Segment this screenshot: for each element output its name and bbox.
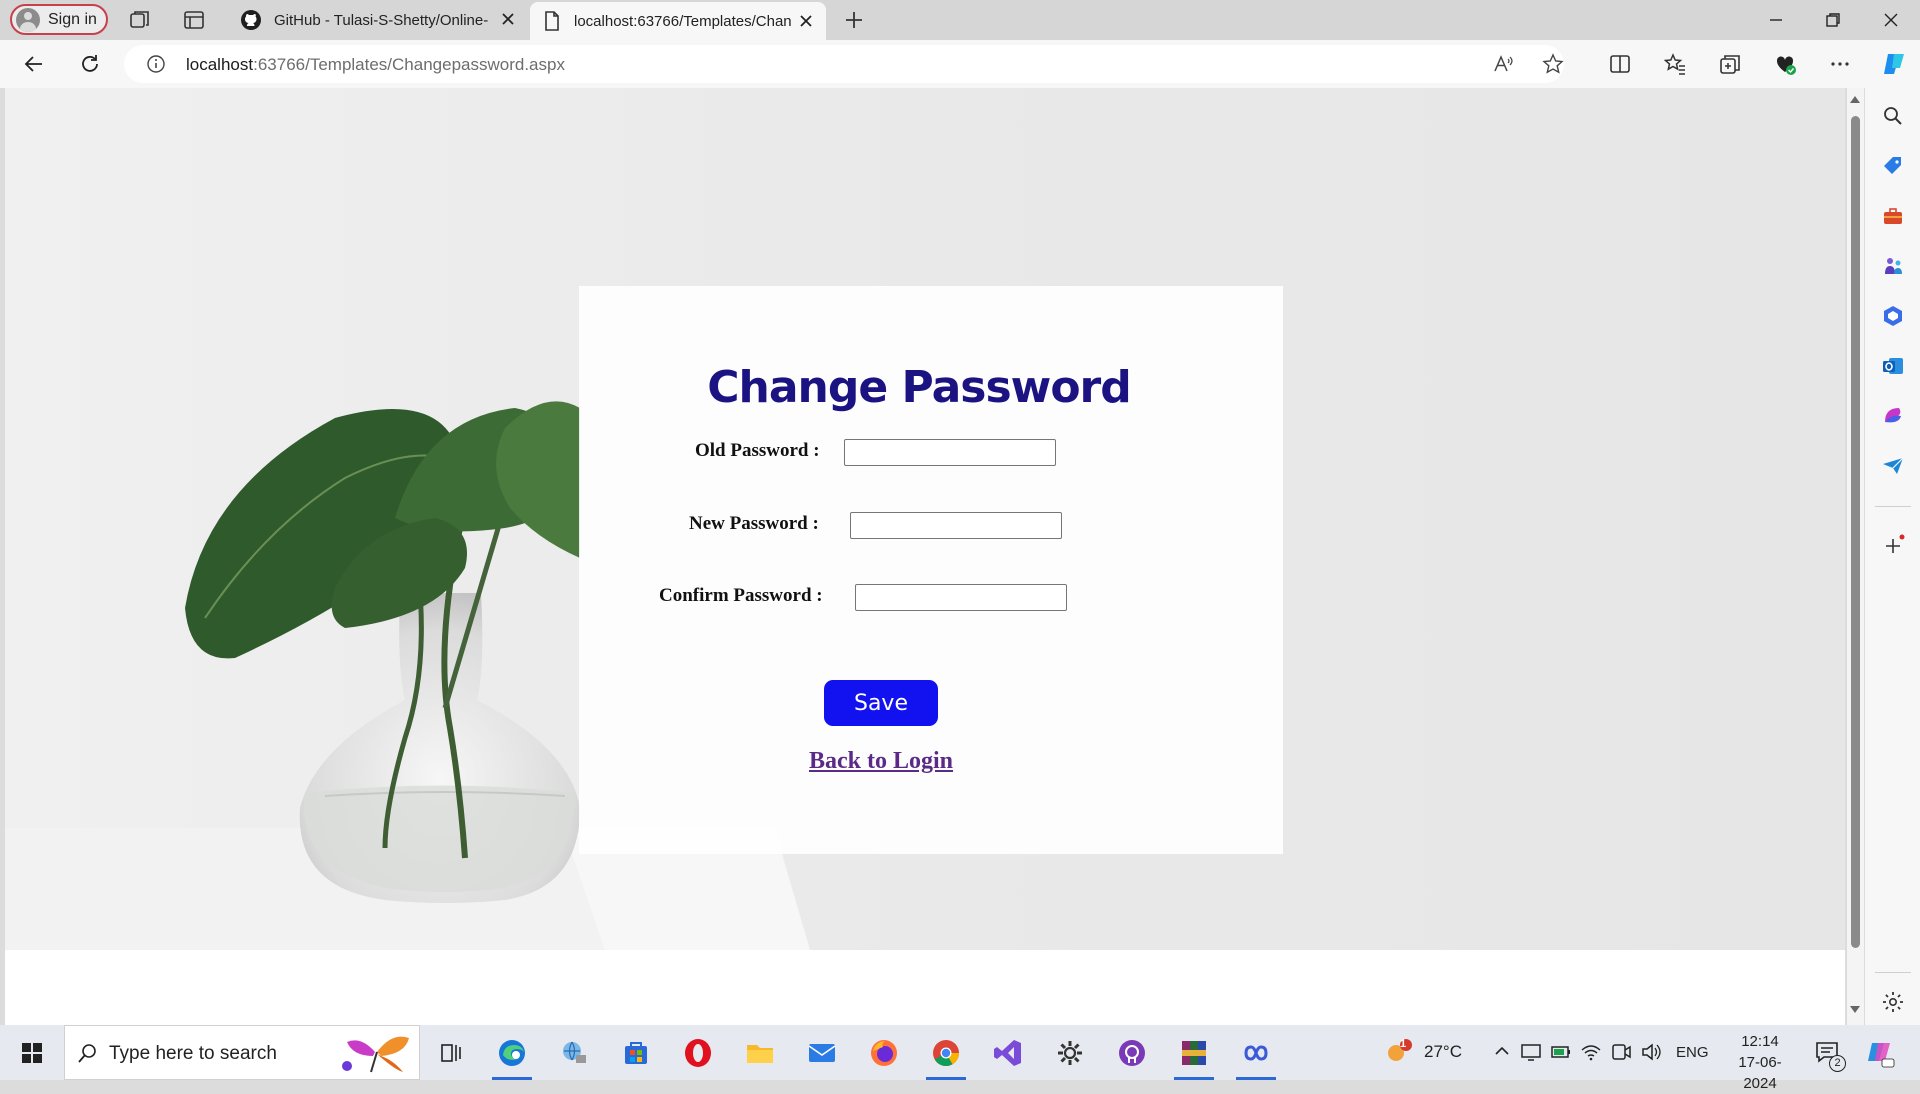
settings-icon[interactable] — [1054, 1037, 1086, 1069]
github-desktop-icon[interactable] — [1116, 1037, 1148, 1069]
split-screen-icon[interactable] — [1608, 52, 1632, 76]
page-icon — [542, 10, 562, 32]
url-field[interactable]: localhost:63766/Templates/Changepassword… — [124, 45, 1564, 83]
back-icon[interactable] — [22, 52, 46, 76]
sign-in-label: Sign in — [48, 10, 97, 28]
github-icon — [240, 9, 262, 31]
page-footer-area — [5, 950, 1845, 1025]
volume-icon[interactable] — [1640, 1041, 1662, 1063]
add-icon[interactable] — [1881, 534, 1905, 558]
close-tab-icon[interactable] — [796, 11, 816, 31]
browser-essentials-icon[interactable] — [1773, 52, 1797, 76]
new-password-field[interactable] — [850, 512, 1062, 539]
opera-icon[interactable] — [682, 1037, 714, 1069]
search-icon[interactable] — [1881, 104, 1905, 128]
copilot-icon[interactable] — [1880, 50, 1908, 78]
clock-time: 12:14 — [1741, 1033, 1779, 1050]
designer-icon[interactable] — [1881, 404, 1905, 428]
tools-icon[interactable] — [1881, 204, 1905, 228]
change-password-card: Change Password Old Password : New Passw… — [579, 286, 1283, 854]
taskbar-search-box[interactable]: Type here to search — [64, 1025, 420, 1080]
windows-start-icon[interactable] — [16, 1037, 48, 1069]
favorites-icon[interactable] — [1663, 52, 1687, 76]
confirm-password-label: Confirm Password : — [659, 585, 823, 606]
old-password-label: Old Password : — [695, 440, 820, 461]
search-placeholder: Type here to search — [109, 1043, 277, 1064]
weather-badge: 1 — [1400, 1038, 1407, 1050]
profile-icon — [16, 7, 40, 32]
tab-bar: Sign in GitHub - Tulasi-S-Shetty/Online-… — [0, 0, 1920, 40]
show-hidden-icons-icon[interactable] — [1492, 1041, 1512, 1061]
tab-github[interactable]: GitHub - Tulasi-S-Shetty/Online- — [228, 0, 528, 40]
visual-studio-icon[interactable] — [992, 1037, 1024, 1069]
clock-date: 17-06-2024 — [1738, 1054, 1782, 1092]
clock[interactable]: 12:14 17-06-2024 — [1724, 1031, 1796, 1094]
page-content: Change Password Old Password : New Passw… — [5, 88, 1845, 950]
scroll-up-icon[interactable] — [1850, 96, 1860, 103]
sidebar-divider — [1875, 972, 1911, 973]
file-explorer-icon[interactable] — [744, 1037, 776, 1069]
windows-taskbar: Type here to search 1 27°C ENG 12:14 17-… — [0, 1025, 1920, 1092]
chrome-icon[interactable] — [926, 1037, 966, 1080]
edge-sidebar — [1865, 88, 1920, 1025]
battery-icon[interactable] — [1550, 1041, 1572, 1063]
minimize-icon[interactable] — [1765, 9, 1787, 31]
mail-icon[interactable] — [806, 1037, 838, 1069]
winrar-icon[interactable] — [1174, 1037, 1214, 1080]
outlook-icon[interactable] — [1881, 354, 1905, 378]
shopping-tag-icon[interactable] — [1881, 154, 1905, 178]
tab-title: localhost:63766/Templates/Chan — [574, 12, 792, 30]
read-aloud-icon[interactable] — [1492, 53, 1514, 75]
games-icon[interactable] — [1881, 254, 1905, 278]
butterfly-search-highlight-icon — [337, 1030, 413, 1076]
settings-gear-icon[interactable] — [1881, 990, 1905, 1014]
new-tab-icon[interactable] — [842, 8, 866, 32]
notification-count-badge: 2 — [1829, 1055, 1846, 1072]
language-indicator[interactable]: ENG — [1676, 1044, 1709, 1061]
tab-actions-icon[interactable] — [182, 8, 206, 32]
refresh-icon[interactable] — [78, 52, 102, 76]
scroll-thumb[interactable] — [1851, 116, 1860, 948]
tab-change-password[interactable]: localhost:63766/Templates/Chan — [530, 2, 826, 40]
copilot-taskbar-icon[interactable] — [1864, 1037, 1896, 1069]
confirm-password-field[interactable] — [855, 584, 1067, 611]
save-button[interactable]: Save — [824, 680, 938, 726]
infinity-app-icon[interactable] — [1236, 1037, 1276, 1080]
close-tab-icon[interactable] — [498, 9, 518, 29]
weather-icon[interactable] — [1384, 1037, 1412, 1069]
microsoft-365-icon[interactable] — [1881, 304, 1905, 328]
display-icon[interactable] — [1520, 1041, 1542, 1063]
wifi-icon[interactable] — [1580, 1041, 1602, 1063]
close-window-icon[interactable] — [1880, 9, 1902, 31]
restore-icon[interactable] — [1822, 9, 1844, 31]
sign-in-button[interactable]: Sign in — [10, 4, 108, 35]
more-options-icon[interactable] — [1828, 52, 1852, 76]
sidebar-divider — [1875, 506, 1911, 507]
edge-taskbar-icon[interactable] — [492, 1037, 532, 1080]
scroll-down-icon[interactable] — [1850, 1006, 1860, 1013]
task-view-icon[interactable] — [434, 1037, 466, 1069]
send-icon[interactable] — [1881, 454, 1905, 478]
site-info-icon[interactable] — [146, 54, 166, 74]
weather-temperature[interactable]: 27°C — [1424, 1042, 1462, 1062]
collections-icon[interactable] — [1718, 52, 1742, 76]
search-icon — [77, 1042, 99, 1064]
favorite-star-icon[interactable] — [1542, 53, 1564, 75]
firefox-icon[interactable] — [868, 1037, 900, 1069]
meet-now-icon[interactable] — [1610, 1041, 1632, 1063]
microsoft-store-icon[interactable] — [620, 1037, 652, 1069]
url-text: localhost:63766/Templates/Changepassword… — [186, 55, 565, 74]
vertical-scrollbar[interactable] — [1847, 88, 1864, 1025]
old-password-field[interactable] — [844, 439, 1056, 466]
address-bar: localhost:63766/Templates/Changepassword… — [0, 40, 1920, 88]
back-to-login-link[interactable]: Back to Login — [809, 748, 953, 775]
workspaces-icon[interactable] — [128, 8, 152, 32]
page-title: Change Password — [707, 362, 1132, 413]
tab-title: GitHub - Tulasi-S-Shetty/Online- — [274, 11, 489, 29]
new-password-label: New Password : — [689, 513, 819, 534]
network-tool-icon[interactable] — [558, 1037, 590, 1069]
